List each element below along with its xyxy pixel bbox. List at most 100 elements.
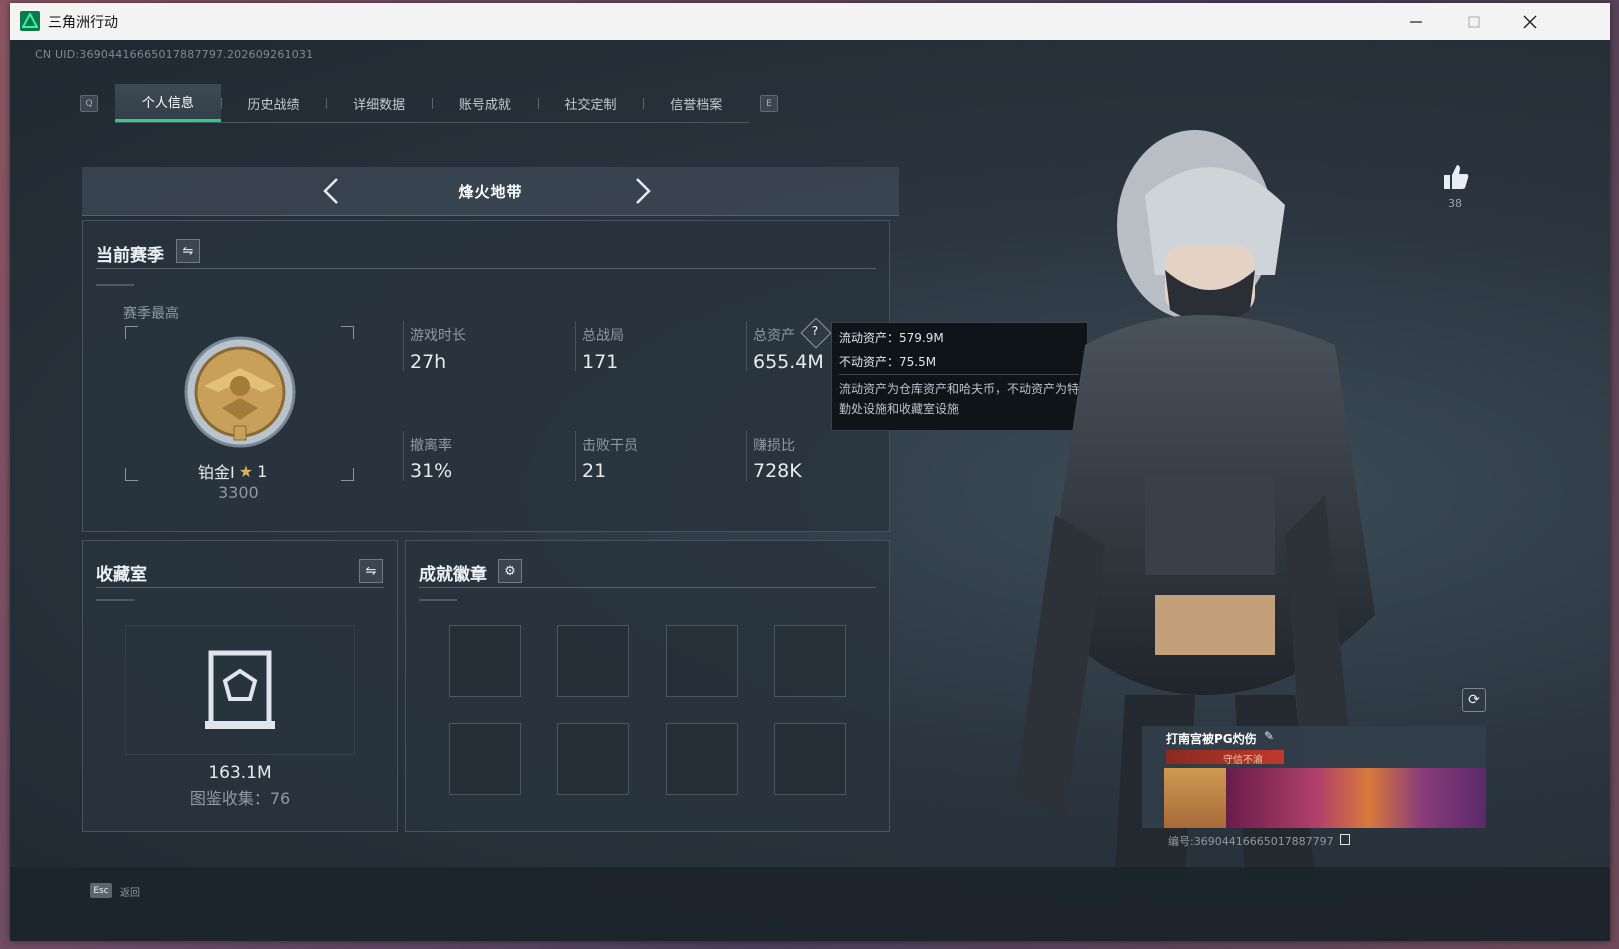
badge-slot[interactable] [557, 625, 629, 697]
profile-banner [1226, 768, 1486, 828]
deco-bar [96, 284, 134, 286]
window-title: 三角洲行动 [48, 15, 118, 31]
back-label[interactable]: 返回 [120, 884, 140, 899]
stat-divider [403, 431, 404, 481]
stat-value-total-assets: 655.4M [753, 351, 824, 373]
stat-label-matches: 总战局 [582, 328, 624, 344]
edit-name-icon[interactable]: ✎ [1264, 729, 1274, 743]
stat-label-extraction-rate: 撤离率 [410, 438, 452, 454]
swap-icon: ⇋ [182, 243, 194, 259]
stat-value-kills: 21 [582, 460, 607, 482]
deco-bar [419, 599, 457, 601]
credit-badge-text: 守信不渝 [1223, 755, 1263, 766]
next-mode-button[interactable] [627, 175, 657, 207]
rank-name: 铂金I [198, 463, 235, 482]
stat-label-playtime: 游戏时长 [410, 328, 466, 344]
badge-slot[interactable] [449, 625, 521, 697]
badge-slot[interactable] [449, 723, 521, 795]
esc-key[interactable]: Esc [90, 883, 112, 898]
tooltip-fixed: 不动资产：75.5M [839, 355, 937, 369]
profile-card: 打南宫被PG灼伤 ✎ 守信不渝 [1142, 726, 1486, 828]
rank-emblem-icon [182, 334, 298, 454]
badge-slot[interactable] [666, 625, 738, 697]
frame-corner [125, 468, 138, 481]
stat-divider [575, 431, 576, 481]
app-logo-icon [20, 11, 40, 31]
frame-corner [341, 468, 354, 481]
tab-detailed-data[interactable]: 详细数据 [326, 84, 432, 122]
stat-value-matches: 171 [582, 351, 619, 373]
stat-label-kills: 击败干员 [582, 438, 638, 454]
collection-title: 收藏室 [96, 565, 147, 585]
season-best-label: 赛季最高 [123, 306, 179, 322]
help-icon: ? [811, 324, 819, 338]
stat-value-extraction-rate: 31% [410, 460, 453, 482]
switch-collection-button[interactable]: ⇋ [359, 559, 383, 583]
like-count: 38 [1448, 197, 1462, 210]
divider [96, 587, 384, 588]
season-panel: 当前赛季 ⇋ 赛季最高 铂金I ★ 1 3300 游戏时长 27h 总战局 17… [82, 220, 890, 532]
season-title: 当前赛季 [96, 246, 164, 266]
game-window: 三角洲行动 CN UID:3690441666501788779​7.20260… [10, 3, 1610, 941]
badge-slot[interactable] [666, 723, 738, 795]
showcase-icon [205, 649, 275, 733]
star-icon: ★ [238, 461, 254, 481]
stat-label-profit-ratio: 赚损比 [753, 438, 795, 454]
stat-value-playtime: 27h [410, 351, 447, 373]
like-button[interactable] [1441, 162, 1471, 196]
gear-icon: ⚙ [504, 563, 516, 579]
avatar[interactable] [1164, 768, 1226, 828]
stat-value-profit-ratio: 728K [753, 460, 802, 482]
badge-slot[interactable] [774, 625, 846, 697]
stat-divider [746, 321, 747, 371]
badge-settings-button[interactable]: ⚙ [498, 559, 522, 583]
bottom-bar: Esc 返回 [10, 867, 1610, 941]
swap-icon: ⇋ [365, 563, 377, 579]
tooltip-liquid: 流动资产：579.9M [839, 331, 944, 345]
rank-points: 3300 [218, 483, 259, 502]
divider [419, 587, 876, 588]
deco-bar [96, 599, 134, 601]
collection-panel: 收藏室 ⇋ 163.1M 图鉴收集：76 [82, 540, 398, 832]
thumbs-up-icon [1444, 165, 1469, 189]
maximize-button[interactable] [1445, 3, 1503, 40]
refresh-icon: ⟳ [1468, 692, 1480, 708]
tab-left-key[interactable]: Q [80, 95, 98, 112]
tab-bar: 个人信息 历史战绩 详细数据 账号成就 社交定制 信誉档案 [115, 84, 749, 123]
rank-stars: 1 [257, 461, 268, 481]
player-name: 打南宫被PG灼伤 [1166, 732, 1257, 746]
frame-corner [125, 326, 138, 339]
main-content: CN UID:3690441666501788779​7.20260926103… [10, 40, 1610, 941]
tab-achievements[interactable]: 账号成就 [432, 84, 538, 122]
player-id-text: 编号:3690441666501788779​7 [1168, 835, 1334, 848]
stat-divider [403, 321, 404, 371]
tab-personal-info[interactable]: 个人信息 [115, 84, 221, 122]
rotate-button[interactable]: ⟳ [1462, 688, 1486, 712]
mode-name: 烽火地带 [458, 183, 523, 201]
close-button[interactable] [1501, 3, 1559, 40]
uid-text: CN UID:3690441666501788779​7.20260926103… [35, 48, 314, 61]
tab-credit[interactable]: 信誉档案 [643, 84, 749, 122]
divider [96, 268, 876, 269]
mode-selector: 烽火地带 [82, 167, 899, 216]
tab-history[interactable]: 历史战绩 [220, 84, 327, 122]
copy-icon[interactable] [1340, 834, 1351, 845]
tab-social[interactable]: 社交定制 [537, 84, 644, 122]
minimize-button[interactable] [1387, 3, 1445, 40]
stat-label-total-assets: 总资产 [753, 328, 795, 344]
credit-badge: 守信不渝 [1166, 750, 1284, 766]
badge-slot[interactable] [774, 723, 846, 795]
title-bar: 三角洲行动 [10, 3, 1610, 40]
switch-season-button[interactable]: ⇋ [176, 239, 200, 263]
badges-panel: 成就徽章 ⚙ [405, 540, 890, 832]
rank-line: 铂金I ★ 1 [198, 459, 267, 483]
player-id: 编号:3690441666501788779​7 [1168, 833, 1351, 849]
collection-count: 图鉴收集：76 [189, 789, 291, 808]
frame-corner [341, 326, 354, 339]
stat-divider [575, 321, 576, 371]
stat-divider [746, 431, 747, 481]
collection-value: 163.1M [208, 763, 272, 783]
badge-slot[interactable] [557, 723, 629, 795]
badges-title: 成就徽章 [419, 565, 487, 585]
tab-right-key[interactable]: E [760, 95, 778, 112]
